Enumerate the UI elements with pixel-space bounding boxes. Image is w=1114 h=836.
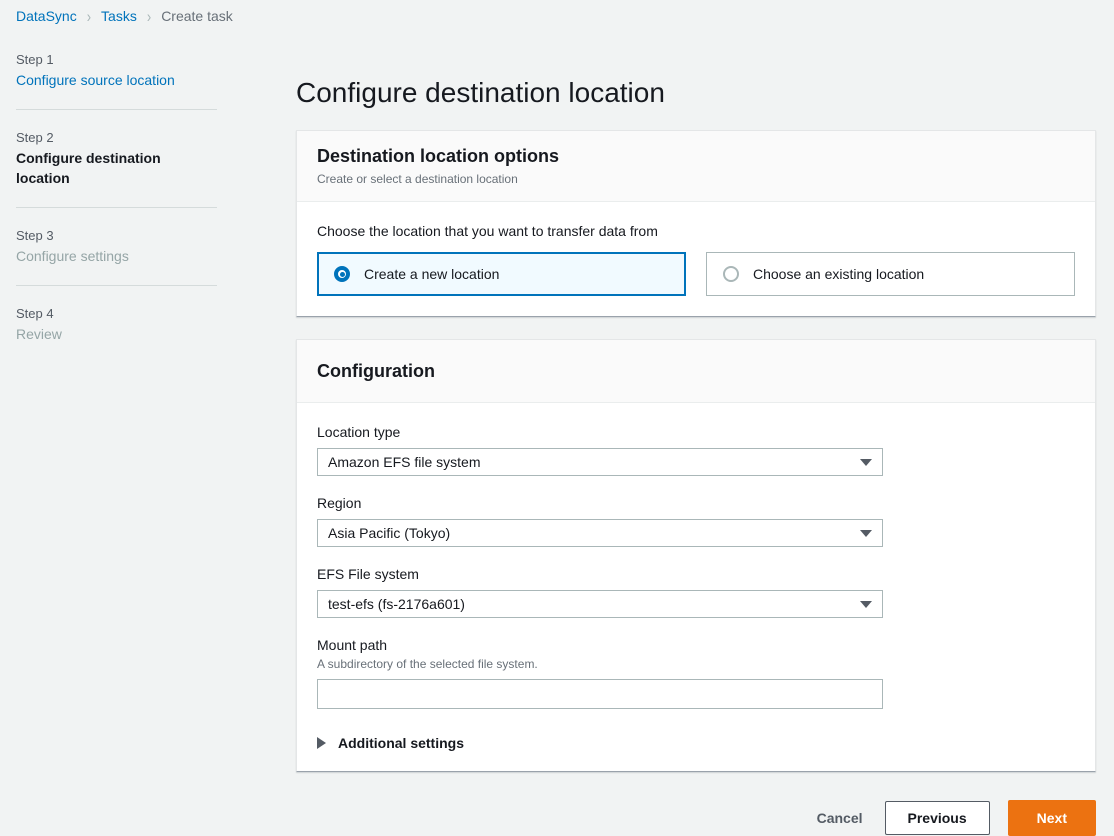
location-type-label: Location type xyxy=(317,424,401,440)
cancel-button[interactable]: Cancel xyxy=(813,803,867,833)
breadcrumb-item-tasks[interactable]: Tasks xyxy=(101,8,137,24)
step-4-number: Step 4 xyxy=(16,306,54,321)
sidebar-step-4: Step 4 Review xyxy=(16,306,296,344)
location-type-select[interactable]: Amazon EFS file system xyxy=(317,448,883,476)
configuration-card: Configuration Location type Amazon EFS f… xyxy=(296,339,1096,772)
efs-file-system-label: EFS File system xyxy=(317,566,419,582)
card-body: Location type Amazon EFS file system Reg… xyxy=(297,403,1095,771)
location-type-select-wrap: Amazon EFS file system xyxy=(317,448,883,476)
mount-path-label: Mount path xyxy=(317,637,388,653)
main-content: Configure destination location Destinati… xyxy=(296,32,1114,836)
previous-button[interactable]: Previous xyxy=(884,801,990,835)
step-divider xyxy=(16,207,217,208)
card-body: Choose the location that you want to tra… xyxy=(297,202,1095,316)
region-select-wrap: Asia Pacific (Tokyo) xyxy=(317,519,883,547)
card-subtitle: Create or select a destination location xyxy=(317,172,518,186)
step-3-number: Step 3 xyxy=(16,228,54,243)
chevron-right-icon: › xyxy=(86,6,92,26)
field-location-type: Location type Amazon EFS file system xyxy=(317,423,1075,476)
step-3-title: Configure settings xyxy=(16,248,129,264)
field-mount-path: Mount path A subdirectory of the selecte… xyxy=(317,636,1075,709)
wizard-footer-actions: Cancel Previous Next xyxy=(296,794,1096,836)
radio-tile-create-new-location[interactable]: Create a new location xyxy=(317,252,686,296)
breadcrumb-item-datasync[interactable]: DataSync xyxy=(16,8,77,24)
wizard-steps-sidebar: Step 1 Configure source location Step 2 … xyxy=(0,32,296,344)
efs-file-system-select[interactable]: test-efs (fs-2176a601) xyxy=(317,590,883,618)
efs-file-system-select-wrap: test-efs (fs-2176a601) xyxy=(317,590,883,618)
card-title: Configuration xyxy=(317,361,435,381)
region-select[interactable]: Asia Pacific (Tokyo) xyxy=(317,519,883,547)
mount-path-description: A subdirectory of the selected file syst… xyxy=(317,657,538,671)
step-4-title: Review xyxy=(16,326,62,342)
step-divider xyxy=(16,285,217,286)
mount-path-input[interactable] xyxy=(317,679,883,709)
radio-unselected-icon[interactable] xyxy=(723,266,739,282)
sidebar-step-2[interactable]: Step 2 Configure destination location xyxy=(16,130,296,188)
breadcrumb: DataSync › Tasks › Create task xyxy=(0,0,1114,32)
step-2-title: Configure destination location xyxy=(16,150,161,186)
step-divider xyxy=(16,109,217,110)
radio-selected-icon[interactable] xyxy=(334,266,350,282)
next-button[interactable]: Next xyxy=(1007,800,1096,836)
sidebar-step-1[interactable]: Step 1 Configure source location xyxy=(16,52,296,90)
additional-settings-toggle[interactable]: Additional settings xyxy=(317,735,1075,751)
radio-tile-choose-existing-location[interactable]: Choose an existing location xyxy=(706,252,1075,296)
card-header: Configuration xyxy=(297,340,1095,403)
chevron-right-icon: › xyxy=(146,6,152,26)
breadcrumb-item-create-task: Create task xyxy=(161,8,233,24)
additional-settings-label: Additional settings xyxy=(338,735,464,751)
step-1-title[interactable]: Configure source location xyxy=(16,70,296,90)
destination-location-options-card: Destination location options Create or s… xyxy=(296,130,1096,317)
radio-tile-label: Create a new location xyxy=(364,266,500,282)
sidebar-step-3: Step 3 Configure settings xyxy=(16,228,296,266)
card-header: Destination location options Create or s… xyxy=(297,131,1095,202)
page-layout: Step 1 Configure source location Step 2 … xyxy=(0,32,1114,836)
location-choice-radio-group: Create a new location Choose an existing… xyxy=(317,252,1075,296)
page-title: Configure destination location xyxy=(296,77,665,108)
mount-path-input-wrap xyxy=(317,679,883,709)
region-label: Region xyxy=(317,495,362,511)
step-1-number: Step 1 xyxy=(16,52,54,67)
field-efs-file-system: EFS File system test-efs (fs-2176a601) xyxy=(317,565,1075,618)
step-2-number: Step 2 xyxy=(16,130,54,145)
location-choice-label: Choose the location that you want to tra… xyxy=(317,223,658,239)
field-region: Region Asia Pacific (Tokyo) xyxy=(317,494,1075,547)
card-title: Destination location options xyxy=(317,146,559,166)
radio-tile-label: Choose an existing location xyxy=(753,266,925,282)
triangle-right-icon xyxy=(317,737,326,749)
